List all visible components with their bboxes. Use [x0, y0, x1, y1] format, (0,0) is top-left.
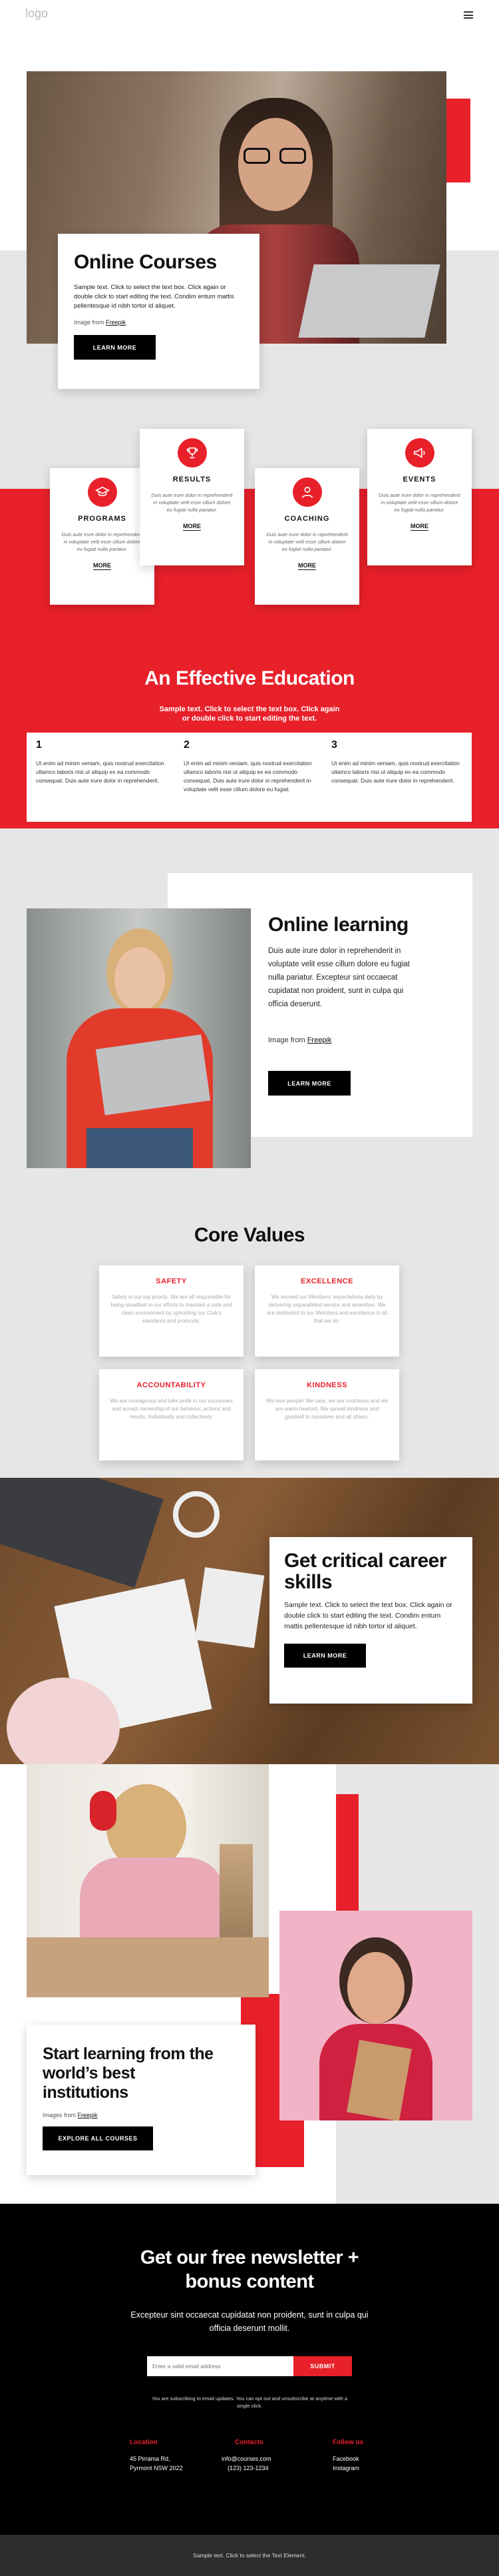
footer-location-line: 45 Pirrama Rd,	[130, 2455, 170, 2462]
online-title: Online learning	[268, 914, 409, 936]
start-credit-link[interactable]: Freepik	[78, 2112, 98, 2118]
value-card-safety: SAFETY Safety is our top priority. We ar…	[99, 1265, 244, 1357]
megaphone-icon	[405, 438, 434, 468]
start-title: Start learning from the world’s best ins…	[43, 2045, 214, 2102]
online-text: Duis aute irure dolor in reprehenderit i…	[268, 947, 410, 1008]
career-learn-more-button[interactable]: LEARN MORE	[284, 1644, 366, 1668]
education-subtitle: Sample text. Click to select the text bo…	[159, 705, 340, 723]
footer-email-link[interactable]: info@courses.com	[222, 2454, 308, 2463]
newsletter-title: Get our free newsletter + bonus content	[140, 2247, 359, 2292]
career-card: Get critical career skills Sample text. …	[269, 1537, 472, 1704]
footer-follow: Follow us Facebook Instagram	[333, 2439, 399, 2473]
feature-text: Duis aute irure dolor in reprehenderit i…	[61, 531, 143, 552]
step-number: 2	[184, 739, 190, 751]
newsletter-text: Excepteur sint occaecat cupidatat non pr…	[130, 2310, 369, 2333]
step-text: Ut enim ad minim veniam, quis nostrud ex…	[331, 760, 460, 784]
online-credit: Image from Freepik	[268, 1036, 331, 1044]
footer-location: Location 45 Pirrama Rd, Pyrmont NSW 2022	[130, 2439, 216, 2473]
newsletter-form: SUBMIT	[147, 2356, 352, 2376]
start-image-2	[279, 1911, 472, 2120]
explore-courses-button[interactable]: EXPLORE ALL COURSES	[43, 2126, 153, 2150]
mortarboard-icon	[87, 478, 117, 507]
feature-more-link[interactable]: MORE	[411, 523, 428, 531]
hamburger-menu-icon[interactable]	[464, 11, 473, 19]
value-text: We are courageous and take pride in our …	[110, 1398, 233, 1420]
value-title: KINDNESS	[307, 1381, 347, 1389]
footer-location-line: Pyrmont NSW 2022	[130, 2465, 183, 2471]
trophy-icon	[177, 438, 207, 468]
feature-title: COACHING	[284, 515, 330, 523]
feature-card-events: EVENTS Duis aute irure dolor in reprehen…	[367, 429, 472, 565]
footer-follow-title: Follow us	[333, 2439, 364, 2446]
start-card: Start learning from the world’s best ins…	[27, 2025, 255, 2175]
hero-credit: Image from Freepik	[74, 319, 244, 326]
footer-facebook-link[interactable]: Facebook	[333, 2454, 399, 2463]
footer-instagram-link[interactable]: Instagram	[333, 2463, 399, 2473]
feature-title: RESULTS	[172, 476, 212, 483]
step-text: Ut enim ad minim veniam, quis nostrud ex…	[36, 760, 164, 784]
online-learn-more-button[interactable]: LEARN MORE	[268, 1071, 351, 1096]
value-text: We exceed our Members' expectations dail…	[267, 1294, 387, 1324]
footer-bottom-text: Sample text. Click to select the Text El…	[193, 2552, 306, 2559]
logo[interactable]: logo	[25, 7, 48, 21]
value-text: We love people! We care, we are courteou…	[266, 1398, 388, 1420]
feature-text: Duis aute irure dolor in reprehenderit i…	[151, 492, 233, 513]
step-text: Ut enim ad minim veniam, quis nostrud ex…	[184, 760, 312, 793]
footer-phone: (123) 123-1234	[228, 2465, 269, 2471]
feature-text: Duis aute irure dolor in reprehenderit i…	[379, 492, 460, 513]
start-credit-prefix: Images from	[43, 2112, 78, 2118]
feature-title: EVENTS	[403, 476, 436, 483]
footer-location-title: Location	[130, 2439, 158, 2446]
header: logo	[0, 0, 499, 31]
hero-credit-prefix: Image from	[74, 319, 106, 326]
education-step: 2 Ut enim ad minim veniam, quis nostrud …	[184, 739, 320, 794]
hero-text: Sample text. Click to select the text bo…	[74, 284, 234, 310]
education-step: 3 Ut enim ad minim veniam, quis nostrud …	[331, 739, 468, 785]
online-credit-prefix: Image from	[268, 1036, 307, 1044]
education-step: 1 Ut enim ad minim veniam, quis nostrud …	[36, 739, 172, 785]
hero-learn-more-button[interactable]: LEARN MORE	[74, 335, 156, 360]
value-card-excellence: EXCELLENCE We exceed our Members' expect…	[255, 1265, 399, 1357]
values-title: Core Values	[194, 1224, 305, 1246]
feature-text: Duis aute irure dolor in reprehenderit i…	[266, 531, 348, 552]
feature-more-link[interactable]: MORE	[183, 523, 201, 531]
hero-card: Online Courses Sample text. Click to sel…	[58, 234, 259, 389]
online-credit-link[interactable]: Freepik	[307, 1036, 332, 1044]
career-title: Get critical career skills	[284, 1550, 447, 1593]
newsletter-note: You are subscribing to email updates. Yo…	[151, 2396, 348, 2409]
footer-contacts: Contacts info@courses.com (123) 123-1234	[222, 2439, 308, 2473]
start-credit: Images from Freepik	[43, 2112, 240, 2118]
submit-button[interactable]: SUBMIT	[293, 2356, 352, 2376]
education-title: An Effective Education	[144, 667, 355, 689]
feature-more-link[interactable]: MORE	[298, 562, 316, 570]
feature-card-coaching: COACHING Duis aute irure dolor in repreh…	[255, 468, 359, 605]
career-text: Sample text. Click to select the text bo…	[284, 1601, 452, 1630]
feature-more-link[interactable]: MORE	[93, 562, 111, 570]
step-number: 1	[36, 739, 42, 751]
hero-credit-link[interactable]: Freepik	[106, 319, 126, 326]
value-title: EXCELLENCE	[301, 1277, 353, 1285]
feature-card-results: RESULTS Duis aute irure dolor in reprehe…	[140, 429, 244, 565]
online-image	[27, 908, 251, 1168]
value-title: ACCOUNTABILITY	[136, 1381, 206, 1389]
footer-contacts-title: Contacts	[235, 2439, 263, 2446]
value-card-kindness: KINDNESS We love people! We care, we are…	[255, 1369, 399, 1460]
feature-title: PROGRAMS	[78, 515, 126, 523]
email-input[interactable]	[147, 2356, 293, 2376]
value-title: SAFETY	[156, 1277, 187, 1285]
start-image-1	[27, 1764, 269, 1997]
value-text: Safety is our top priority. We are all r…	[110, 1294, 232, 1324]
feature-card-programs: PROGRAMS Duis aute irure dolor in repreh…	[50, 468, 154, 605]
person-icon	[292, 478, 322, 507]
step-number: 3	[331, 739, 337, 751]
hero-title: Online Courses	[74, 251, 217, 273]
value-card-accountability: ACCOUNTABILITY We are courageous and tak…	[99, 1369, 244, 1460]
